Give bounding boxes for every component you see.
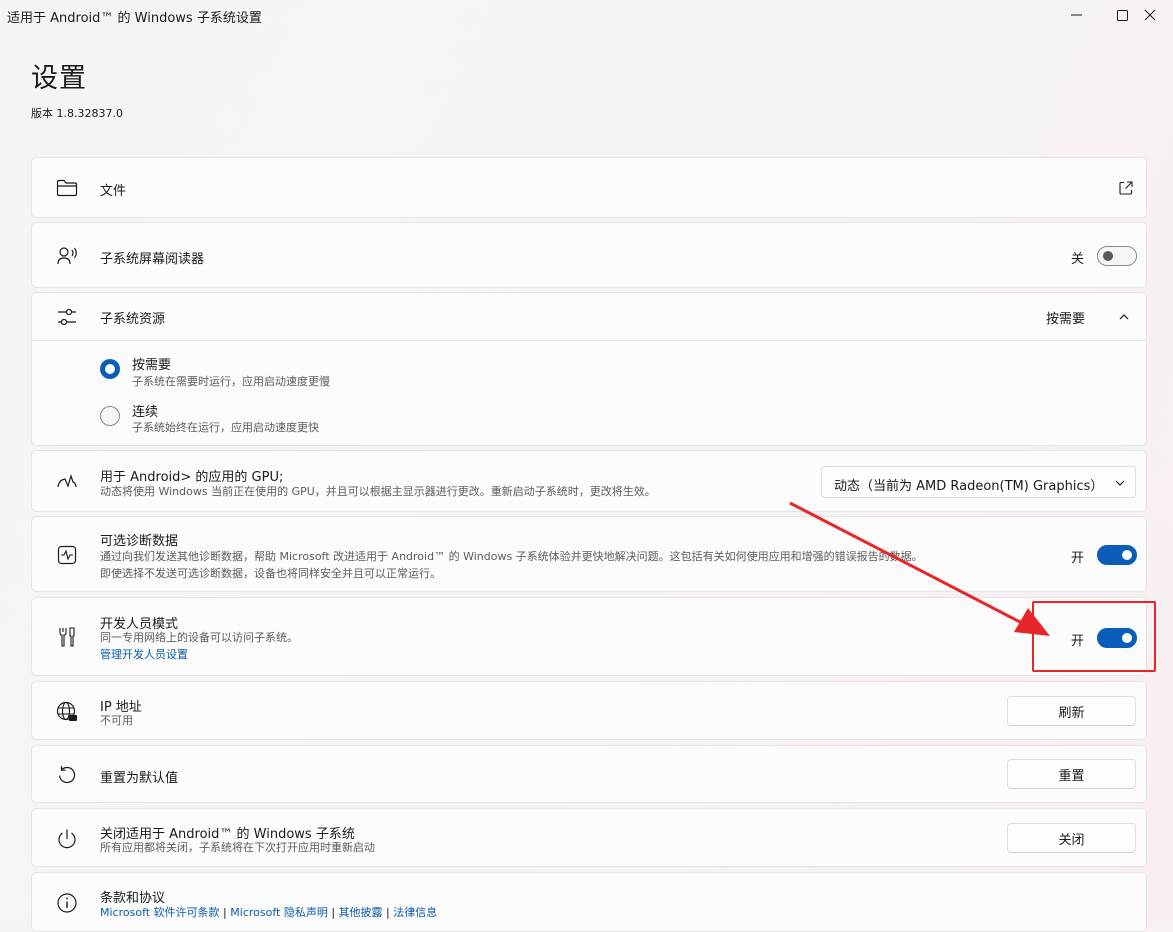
annotation-highlight-box xyxy=(1032,601,1156,672)
annotation-arrow-icon xyxy=(789,501,1050,636)
